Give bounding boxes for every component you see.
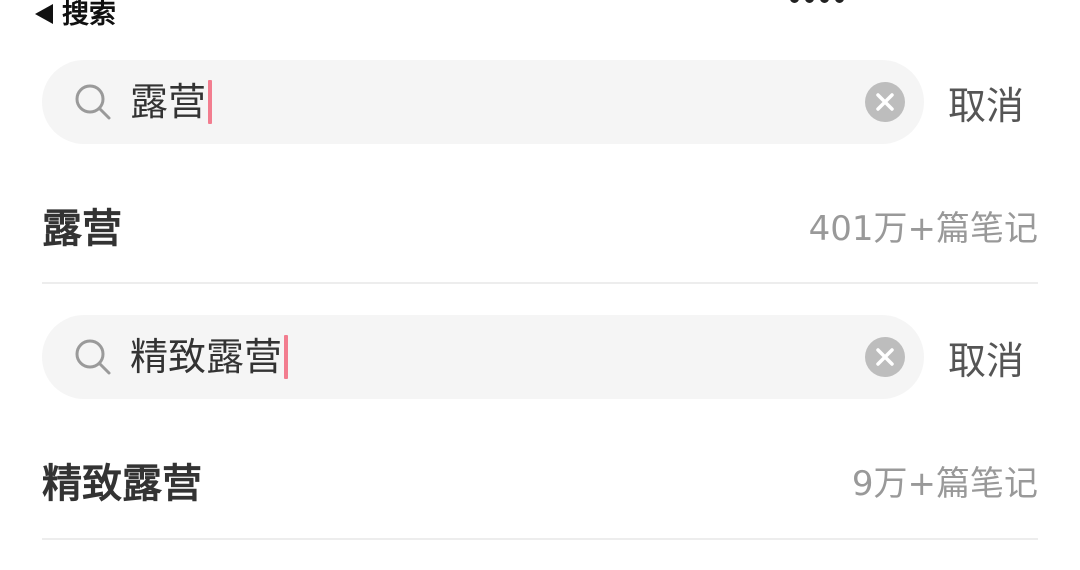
clear-icon[interactable] — [864, 81, 906, 123]
signal-dot — [835, 0, 844, 3]
suggestion-title: 精致露营 — [42, 461, 202, 507]
suggestion-title: 露营 — [42, 206, 122, 252]
status-bar-signal — [790, 0, 844, 3]
back-label: 搜索 — [62, 0, 116, 30]
suggestion-item[interactable]: 精致露营 9万+篇笔记 — [42, 438, 1038, 522]
search-input[interactable]: 露营 — [130, 60, 213, 144]
cancel-button[interactable]: 取消 — [948, 60, 1024, 144]
search-icon — [72, 81, 114, 123]
search-row: 精致露营 取消 — [0, 315, 1080, 399]
suggestion-note-count: 401万+篇笔记 — [808, 208, 1038, 249]
clear-icon[interactable] — [864, 336, 906, 378]
status-bar-back[interactable]: 搜索 — [34, 0, 116, 32]
search-bar[interactable]: 精致露营 — [42, 315, 924, 399]
text-caret — [208, 80, 213, 124]
search-input-value: 精致露营 — [130, 335, 283, 379]
text-caret — [284, 335, 289, 379]
search-row: 露营 取消 — [0, 60, 1080, 144]
divider — [42, 282, 1038, 284]
triangle-left-icon — [34, 3, 54, 25]
search-input[interactable]: 精致露营 — [130, 315, 289, 399]
signal-dot — [805, 0, 814, 3]
search-bar[interactable]: 露营 — [42, 60, 924, 144]
cancel-button[interactable]: 取消 — [948, 315, 1024, 399]
signal-dot — [790, 0, 799, 3]
signal-dot — [820, 0, 829, 3]
suggestion-note-count: 9万+篇笔记 — [851, 463, 1038, 504]
suggestion-item[interactable]: 露营 401万+篇笔记 — [42, 183, 1038, 267]
search-icon — [72, 336, 114, 378]
search-input-value: 露营 — [130, 80, 207, 124]
divider — [42, 538, 1038, 540]
